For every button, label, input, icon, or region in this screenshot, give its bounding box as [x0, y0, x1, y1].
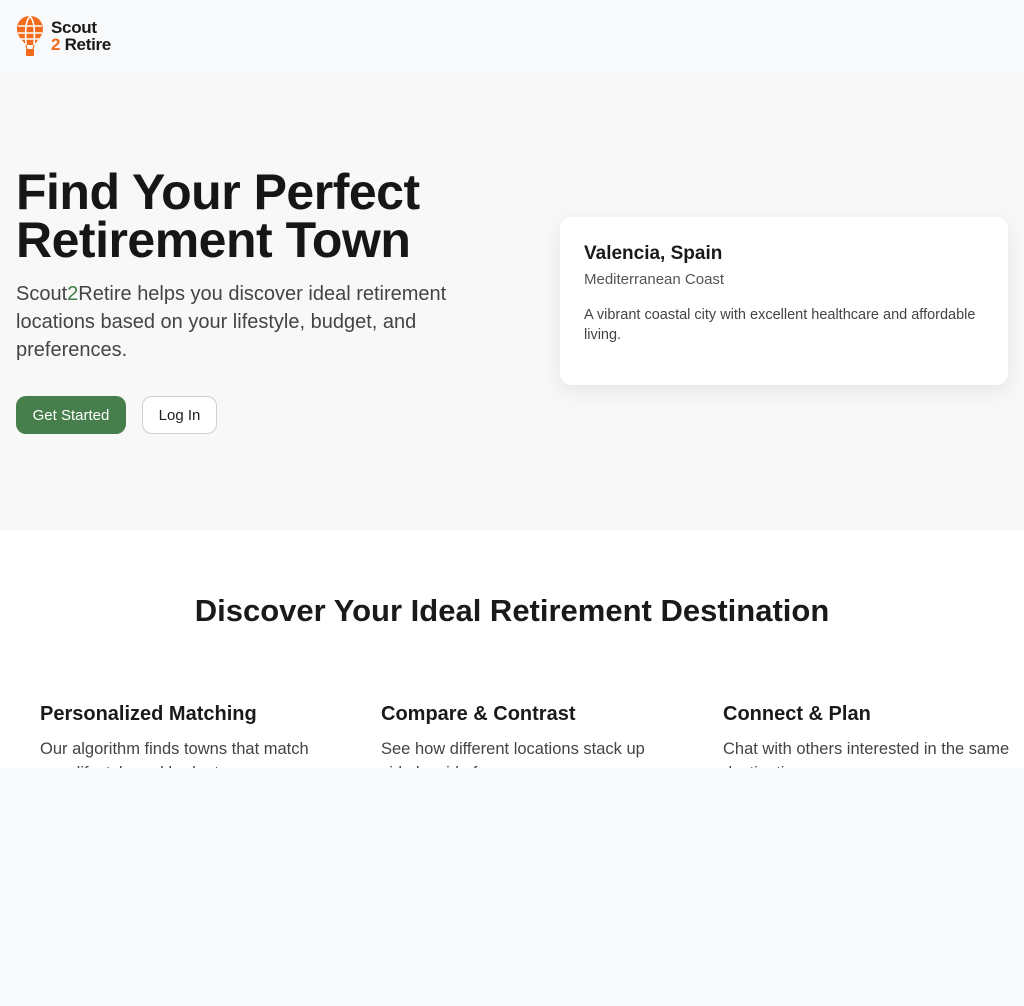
- hero-subtitle-brand: Scout: [16, 283, 68, 305]
- header: Scout 2 Retire: [0, 0, 1024, 72]
- logo-word-retire: Retire: [60, 35, 112, 54]
- feature-text: Our algorithm finds towns that match you…: [40, 740, 309, 768]
- feature-title: Personalized Matching: [40, 703, 257, 725]
- feature-text: Chat with others interested in the same …: [723, 740, 1010, 768]
- hero-section: Find Your Perfect Retirement Town Scout2…: [0, 72, 1024, 530]
- feature-title: Connect & Plan: [723, 703, 871, 725]
- features-title: Discover Your Ideal Retirement Destinati…: [194, 593, 830, 628]
- card-region: Mediterranean Coast: [584, 271, 725, 288]
- hero-subtitle-number: 2: [67, 283, 79, 305]
- card-description: A vibrant coastal city with excellent he…: [584, 307, 976, 343]
- feature-text: See how different locations stack up sid…: [381, 740, 645, 768]
- feature-title: Compare & Contrast: [381, 703, 576, 725]
- destination-card[interactable]: Valencia, Spain Mediterranean Coast A vi…: [560, 217, 1008, 385]
- hot-air-balloon-icon: [17, 15, 43, 56]
- logo-number: 2: [51, 35, 61, 54]
- card-title: Valencia, Spain: [584, 243, 723, 264]
- hero-subtitle-text: Retire helps you discover ideal retireme…: [16, 283, 447, 361]
- feature-compare-contrast: Compare & Contrast See how different loc…: [381, 703, 671, 768]
- logo-word-scout: Scout: [51, 18, 97, 37]
- logo[interactable]: Scout 2 Retire: [16, 15, 111, 57]
- hero-title: Find Your Perfect Retirement Town: [16, 164, 420, 268]
- get-started-button[interactable]: Get Started: [16, 396, 126, 434]
- feature-personalized-matching: Personalized Matching Our algorithm find…: [40, 703, 330, 768]
- hero-subtitle: Scout2Retire helps you discover ideal re…: [16, 280, 506, 364]
- page-background: [0, 768, 1024, 1006]
- feature-connect-plan: Connect & Plan Chat with others interest…: [723, 703, 1013, 768]
- log-in-button[interactable]: Log In: [142, 396, 217, 434]
- features-section: Discover Your Ideal Retirement Destinati…: [0, 530, 1024, 768]
